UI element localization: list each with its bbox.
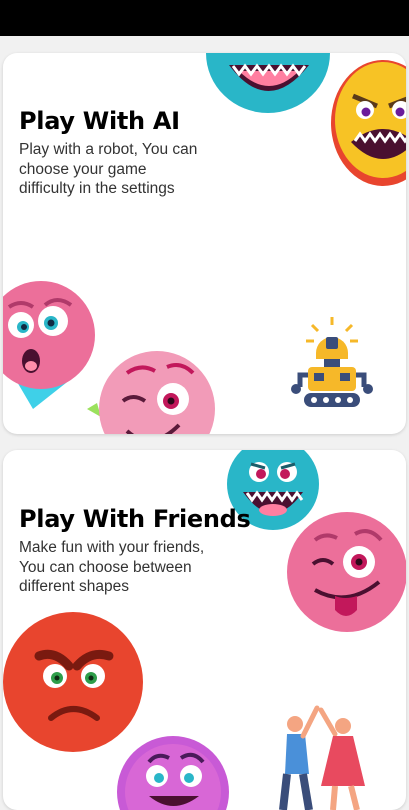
yellow-angry-monster-icon <box>331 60 406 186</box>
purple-monster-icon <box>117 736 229 810</box>
card-title: Play With Friends <box>19 505 251 533</box>
play-with-ai-card[interactable]: Play With AI Play with a robot, You can … <box>3 53 406 434</box>
card-description: Play with a robot, You can choose your g… <box>19 141 198 197</box>
friends-high-five-icon <box>279 705 365 810</box>
pink-tongue-monster-icon <box>287 512 406 632</box>
robot-icon <box>291 317 373 407</box>
teal-monster-icon <box>206 53 330 113</box>
card-title: Play With AI <box>19 107 180 135</box>
play-with-friends-card[interactable]: Play With Friends Make fun with your fri… <box>3 450 406 810</box>
pink-winking-monster-icon <box>87 351 215 434</box>
status-bar <box>0 0 409 36</box>
card-description: Make fun with your friends, You can choo… <box>19 539 205 595</box>
